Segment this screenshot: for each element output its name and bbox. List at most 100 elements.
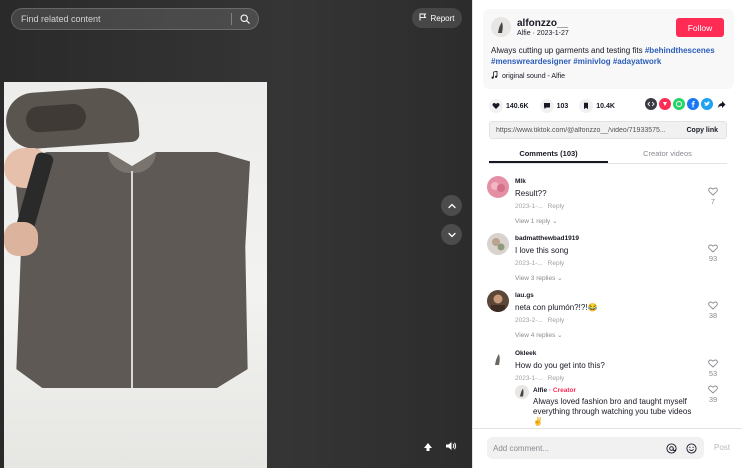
tab-comments[interactable]: Comments (103) bbox=[489, 147, 608, 163]
heart-outline-icon bbox=[708, 385, 718, 394]
comment-like-count: 53 bbox=[708, 369, 718, 378]
commenter-avatar[interactable] bbox=[487, 348, 509, 370]
at-icon[interactable] bbox=[664, 441, 678, 455]
reply-button[interactable]: Reply bbox=[548, 203, 565, 210]
share-arrow-icon[interactable] bbox=[715, 98, 727, 110]
volume-icon[interactable] bbox=[443, 438, 459, 454]
creator-reply-item: Alfie · Creator Always loved fashion bro… bbox=[487, 385, 731, 426]
comment-meta: 2023-2-... Reply bbox=[515, 317, 564, 324]
post-info-card: alfonzzo__ Alfie · 2023-1-27 Follow Alwa… bbox=[483, 9, 734, 89]
view-replies-label: View 4 replies bbox=[515, 332, 556, 339]
comment-like-count: 39 bbox=[708, 395, 718, 404]
creator-avatar[interactable] bbox=[515, 385, 529, 399]
commenter-username[interactable]: Mlk bbox=[515, 178, 526, 185]
creator-reply-username: Alfie · Creator bbox=[533, 387, 576, 394]
twitter-icon[interactable] bbox=[701, 98, 713, 110]
heart-icon[interactable] bbox=[489, 99, 503, 113]
save-count: 10.4K bbox=[596, 102, 615, 110]
tab-creator-videos[interactable]: Creator videos bbox=[608, 147, 727, 163]
commenter-avatar[interactable] bbox=[487, 233, 509, 255]
comment-text: How do you get into this? bbox=[515, 361, 605, 370]
facebook-icon[interactable] bbox=[687, 98, 699, 110]
like-action: 140.6K bbox=[489, 99, 529, 113]
creator-name[interactable]: Alfie bbox=[533, 387, 547, 394]
bookmark-icon[interactable] bbox=[579, 99, 594, 113]
reply-button[interactable]: Reply bbox=[548, 260, 565, 267]
comment-list: Mlk Result?? 2023-1-... Reply View 1 rep… bbox=[473, 170, 742, 428]
emoji-icon[interactable] bbox=[684, 441, 698, 455]
comment-action: 103 bbox=[539, 99, 569, 113]
chevron-down-icon: ⌄ bbox=[557, 332, 563, 339]
miniplayer-icon[interactable] bbox=[420, 438, 436, 454]
save-action: 10.4K bbox=[579, 99, 615, 113]
embed-icon[interactable] bbox=[645, 98, 657, 110]
reply-button[interactable]: Reply bbox=[548, 375, 565, 382]
comment-like-count: 7 bbox=[710, 197, 716, 206]
whatsapp-icon[interactable] bbox=[673, 98, 685, 110]
heart-outline-icon bbox=[708, 244, 718, 253]
repost-icon[interactable] bbox=[659, 98, 671, 110]
music-note-icon bbox=[491, 70, 498, 81]
comment-tabs: Comments (103) Creator videos bbox=[489, 147, 727, 164]
commenter-username[interactable]: lau.gs bbox=[515, 292, 534, 299]
comment-text: neta con plumón?!?!😂 bbox=[515, 303, 598, 312]
author-avatar[interactable] bbox=[491, 17, 511, 37]
sound-link[interactable]: original sound - Alfie bbox=[491, 70, 565, 81]
hashtag-link[interactable]: #minivlog bbox=[573, 57, 610, 66]
comment-like-count: 38 bbox=[708, 311, 718, 320]
report-button[interactable]: Report bbox=[412, 8, 462, 28]
comment-like-button[interactable]: 93 bbox=[707, 244, 719, 263]
comment-like-button[interactable]: 7 bbox=[707, 187, 719, 206]
chevron-down-icon: ⌄ bbox=[557, 275, 563, 282]
heart-outline-icon bbox=[708, 359, 718, 368]
hashtag-link[interactable]: #behindthescenes bbox=[645, 46, 715, 55]
reply-button[interactable]: Reply bbox=[548, 317, 565, 324]
comment-like-button[interactable]: 38 bbox=[707, 301, 719, 320]
comment-bubble-icon[interactable] bbox=[539, 99, 554, 113]
video-player[interactable] bbox=[4, 82, 267, 468]
hashtag-link[interactable]: #menswreardesigner bbox=[491, 57, 571, 66]
comment-like-count: 93 bbox=[708, 254, 718, 263]
post-date: 2023-1-27 bbox=[536, 30, 569, 37]
creator-reply-text: Always loved fashion bro and taught myse… bbox=[533, 397, 692, 426]
view-replies-button[interactable]: View 4 replies ⌄ bbox=[515, 331, 563, 339]
view-replies-button[interactable]: View 1 reply ⌄ bbox=[515, 217, 558, 225]
commenter-username[interactable]: Okleek bbox=[515, 350, 536, 357]
report-label: Report bbox=[430, 13, 455, 23]
commenter-username[interactable]: badmatthewbad1919 bbox=[515, 235, 579, 242]
comment-input[interactable] bbox=[487, 443, 664, 453]
comment-date: 2023-1-... bbox=[515, 203, 543, 210]
related-search-box bbox=[11, 8, 259, 30]
chevron-up-icon[interactable] bbox=[441, 195, 462, 216]
comment-like-button[interactable]: 39 bbox=[707, 385, 719, 404]
comment-composer: Post bbox=[473, 428, 742, 468]
video-link-url[interactable]: https://www.tiktok.com/@alfonzzo__/video… bbox=[490, 127, 678, 134]
comment-meta: 2023-1-... Reply bbox=[515, 375, 564, 382]
chevron-down-icon[interactable] bbox=[441, 224, 462, 245]
comment-date: 2023-1-... bbox=[515, 260, 543, 267]
action-bar: 140.6K 103 10.4K bbox=[489, 98, 727, 114]
video-scene-hood bbox=[4, 85, 140, 151]
video-scene-vest bbox=[14, 152, 250, 388]
hashtag-link[interactable]: #adayatwork bbox=[613, 57, 661, 66]
author-username[interactable]: alfonzzo__ bbox=[517, 18, 568, 29]
heart-outline-icon bbox=[708, 187, 718, 196]
related-search-input[interactable] bbox=[12, 14, 231, 24]
author-display-name: Alfie bbox=[517, 30, 531, 37]
copy-link-button[interactable]: Copy link bbox=[678, 127, 726, 134]
search-icon[interactable] bbox=[232, 8, 258, 30]
creator-badge: · Creator bbox=[548, 387, 576, 394]
commenter-avatar[interactable] bbox=[487, 290, 509, 312]
video-scene-hand-lower bbox=[4, 222, 38, 256]
comment-count: 103 bbox=[556, 102, 569, 110]
post-button[interactable]: Post bbox=[714, 443, 730, 452]
comment-date: 2023-2-... bbox=[515, 317, 543, 324]
follow-button[interactable]: Follow bbox=[676, 18, 724, 37]
comment-like-button[interactable]: 53 bbox=[707, 359, 719, 378]
comment-meta: 2023-1-... Reply bbox=[515, 203, 564, 210]
comment-meta: 2023-1-... Reply bbox=[515, 260, 564, 267]
commenter-avatar[interactable] bbox=[487, 176, 509, 198]
comment-date: 2023-1-... bbox=[515, 375, 543, 382]
view-replies-button[interactable]: View 3 replies ⌄ bbox=[515, 274, 563, 282]
view-replies-label: View 1 reply bbox=[515, 218, 551, 225]
